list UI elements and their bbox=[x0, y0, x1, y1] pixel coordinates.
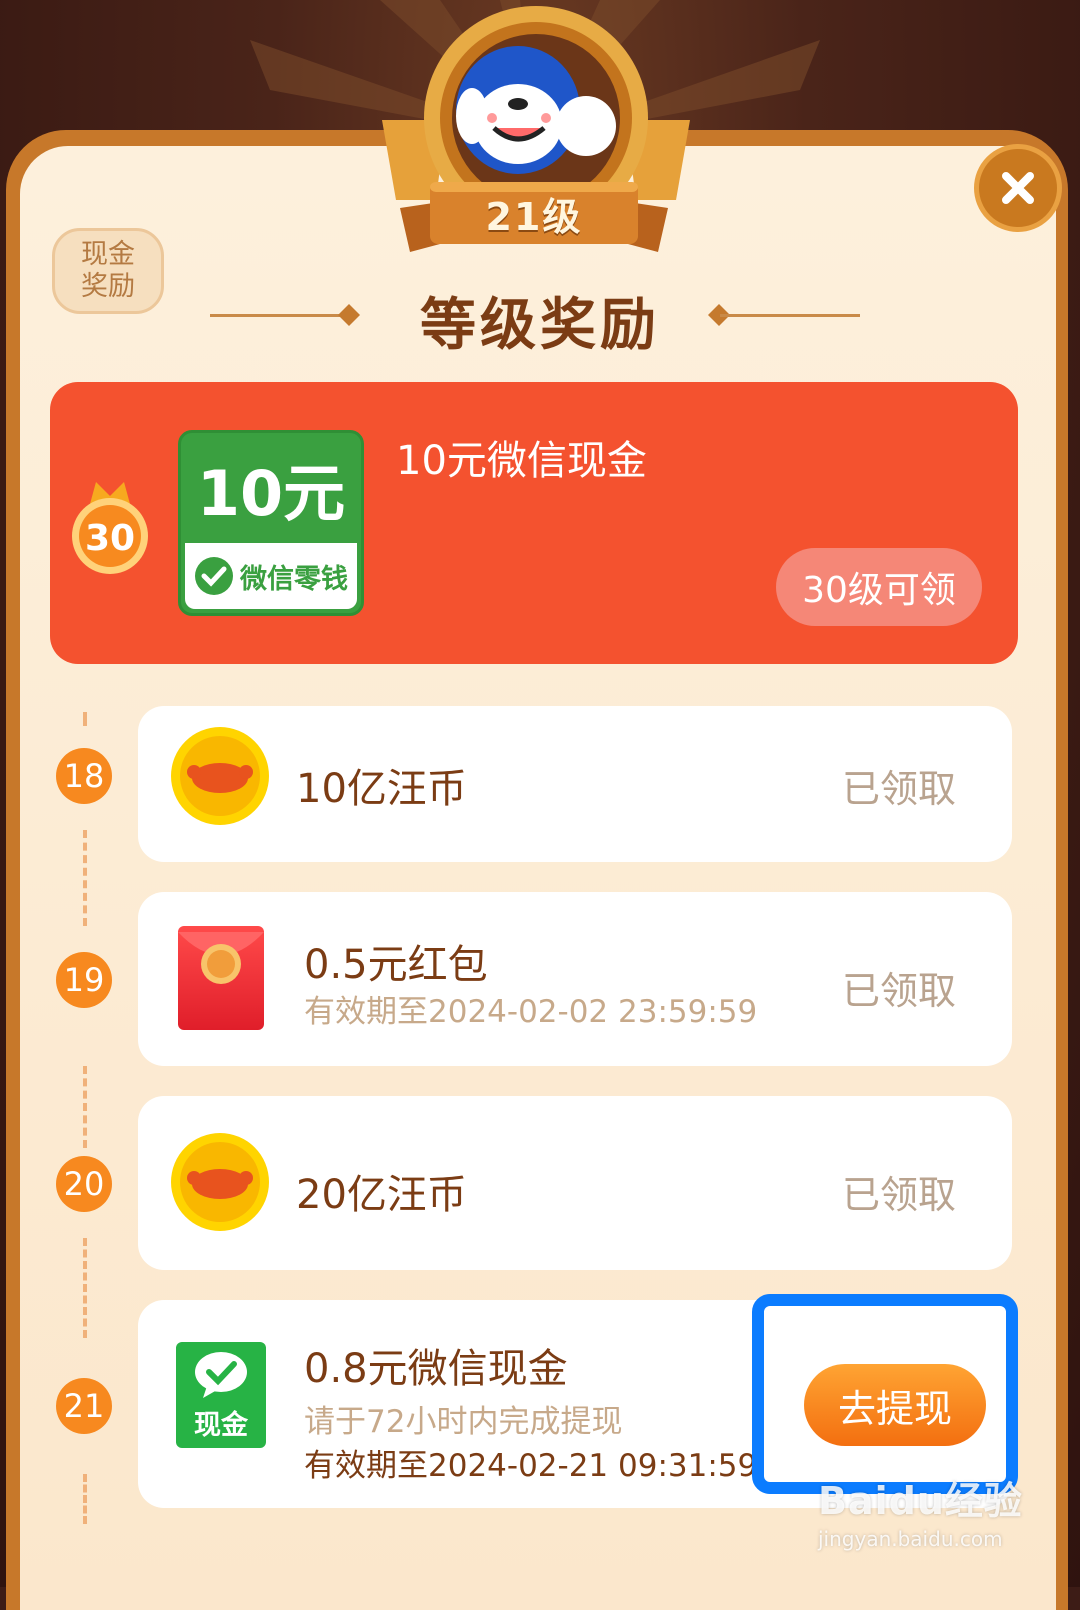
wechat-cash-card: 10元 微信零钱 bbox=[178, 430, 364, 616]
level-marker: 18 bbox=[56, 748, 112, 804]
red-packet-icon bbox=[178, 926, 264, 1030]
wechat-cash-icon: 现金 bbox=[176, 1342, 266, 1448]
close-icon bbox=[1002, 172, 1034, 204]
reward-title: 0.5元红包 bbox=[304, 942, 488, 988]
card-amount: 10元 bbox=[196, 457, 346, 530]
withdraw-note: 请于72小时内完成提现 bbox=[304, 1404, 623, 1440]
watermark-sub: jingyan.baidu.com bbox=[818, 1527, 1003, 1551]
timeline-dash bbox=[83, 712, 87, 726]
coin-icon bbox=[171, 727, 269, 825]
featured-level-number: 30 bbox=[84, 517, 136, 559]
reward-validity: 有效期至2024-02-02 23:59:59 bbox=[304, 994, 758, 1030]
close-button[interactable] bbox=[974, 144, 1062, 232]
timeline-dash bbox=[83, 1474, 87, 1524]
wechat-pay-icon bbox=[195, 557, 233, 595]
level-label: 21级 bbox=[485, 194, 583, 239]
cash-tag-line2: 奖励 bbox=[81, 271, 135, 302]
watermark-main: Baidu经验 bbox=[818, 1479, 1023, 1523]
reward-validity: 有效期至2024-02-21 09:31:59 bbox=[304, 1448, 758, 1484]
reward-title: 10亿汪币 bbox=[296, 766, 467, 812]
timeline-dash bbox=[83, 1066, 87, 1148]
reward-title: 0.8元微信现金 bbox=[304, 1346, 568, 1392]
withdraw-button[interactable]: 去提现 bbox=[804, 1364, 986, 1446]
cash-tag-line1: 现金 bbox=[81, 239, 135, 270]
level-marker: 21 bbox=[56, 1378, 112, 1434]
title-row: 等级奖励 bbox=[200, 276, 880, 358]
card-caption-bar: 微信零钱 bbox=[185, 543, 357, 609]
reward-title: 20亿汪币 bbox=[296, 1172, 467, 1218]
watermark: Baidu经验 jingyan.baidu.com bbox=[818, 1470, 1023, 1551]
coin-icon bbox=[171, 1133, 269, 1231]
cash-icon-label: 现金 bbox=[194, 1410, 248, 1441]
featured-title: 10元微信现金 bbox=[396, 438, 647, 484]
level-marker: 20 bbox=[56, 1156, 112, 1212]
claim-at-level-button[interactable]: 30级可领 bbox=[776, 548, 982, 626]
claimed-status: 已领取 bbox=[842, 1173, 957, 1217]
claimed-status: 已领取 bbox=[842, 767, 957, 811]
timeline-dash bbox=[83, 830, 87, 926]
cash-reward-tag[interactable]: 现金 奖励 bbox=[52, 228, 164, 314]
level-label-wrap: 21级 bbox=[412, 178, 656, 248]
level-marker: 19 bbox=[56, 952, 112, 1008]
page-title: 等级奖励 bbox=[420, 293, 660, 358]
card-caption: 微信零钱 bbox=[240, 563, 348, 595]
timeline-dash bbox=[83, 1238, 87, 1338]
claimed-status: 已领取 bbox=[842, 969, 957, 1013]
